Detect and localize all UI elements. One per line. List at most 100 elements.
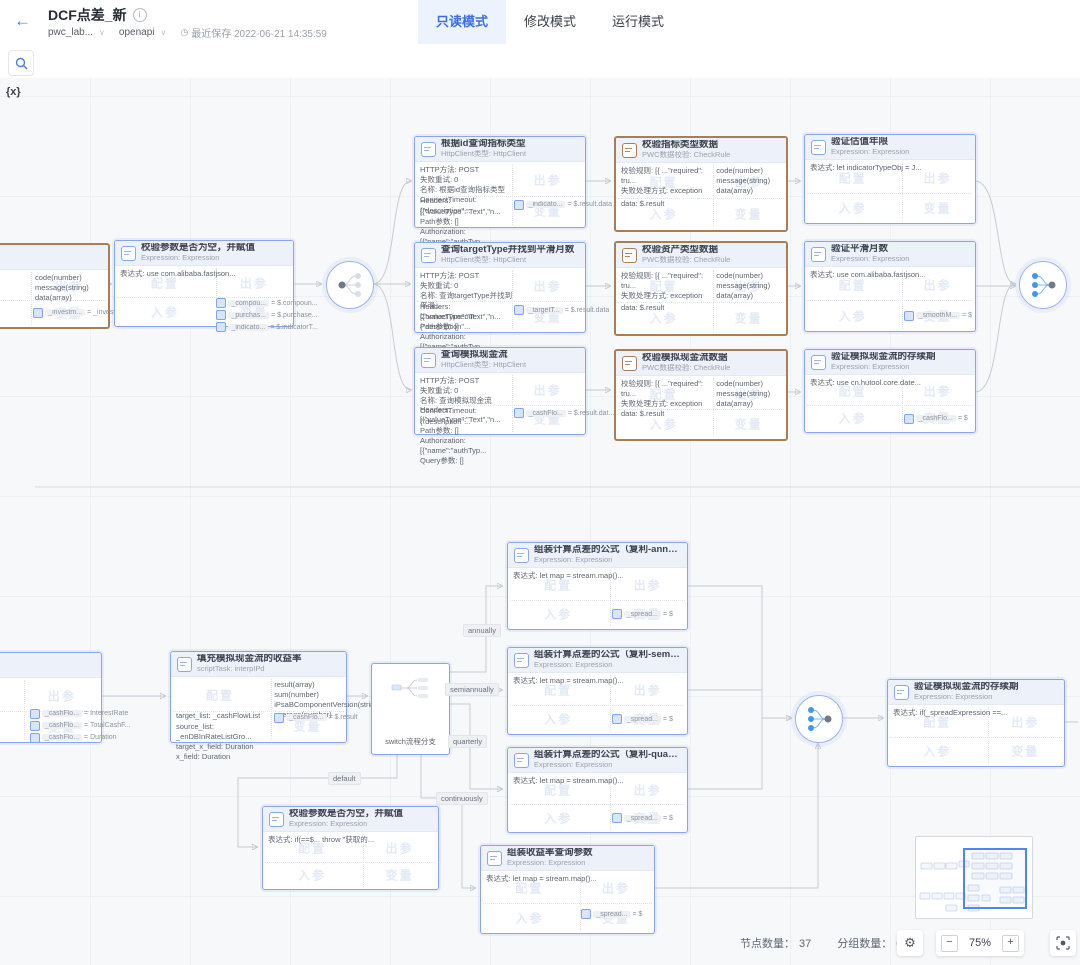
node-expression-text: 表达式: use cn.hutool.core.date... [810,378,921,388]
node-subtitle: PWC数据校验: CheckRule [642,151,730,160]
variable-icon [30,733,40,743]
variable-icon [514,305,524,315]
fan-in-icon [796,696,842,742]
node-check-asset-type-data[interactable]: 校验资产类型数据PWC数据校验: CheckRule 配置出参入参变量 校验规则… [614,241,788,336]
node-verify-cashflow-duration[interactable]: 验证模拟现金流的存续期Expression: Expression 配置出参入参… [804,349,976,433]
node-title: 校验参数是否为空，并赋值 [289,809,403,820]
watermark: 入参 [839,410,867,427]
node-assemble-spread-formula-annually[interactable]: 组装计算点差的公式（复利-annually）Expression: Expres… [507,542,688,630]
variable-panel-icon[interactable]: {x} [6,86,21,98]
node-query-indicator-type-by-id[interactable]: 根据id查询指标类型HttpClient类型: HttpClient 出参变量 … [414,136,586,228]
tab-edit-mode[interactable]: 修改模式 [506,0,594,44]
node-header: 查询targetType并找到平滑月数HttpClient类型: HttpCli… [415,243,585,268]
node-header: 根据id查询指标类型HttpClient类型: HttpClient [415,137,585,162]
node-output-tags: _compou...= $.compoun... _purchas...= $.… [216,298,318,332]
node-assemble-spread-formula-quarterly[interactable]: 组装计算点差的公式（复利-quarterly）Expression: Expre… [507,747,688,833]
node-title: 填充模拟现金流的收益率 [197,654,302,665]
fit-view-icon [1056,936,1070,950]
node-query-simulated-cashflow[interactable]: 查询模拟现金流HttpClient类型: HttpClient 出参变量 HTT… [414,347,586,435]
edge-label-quarterly: quarterly [448,735,487,748]
node-assemble-yield-query-params[interactable]: 组装收益率查询参数Expression: Expression 配置出参入参变量… [480,845,655,934]
node-check-indicator-type-data[interactable]: 校验指标类型数据PWC数据校验: CheckRule 配置出参入参变量 校验规则… [614,136,788,232]
search-button[interactable] [8,50,34,76]
node-assemble-spread-formula-semiannually[interactable]: 组装计算点差的公式（复利-semiannually）Expression: Ex… [507,647,688,735]
node-output-text: code(number) message(string) data(array) [716,379,770,409]
back-button[interactable]: ← [14,10,31,32]
variable-tag: _cashFlo...= $ [904,414,968,424]
expression-icon [269,812,284,827]
zoom-in-button[interactable]: + [1002,935,1019,952]
fan-in-node[interactable] [1019,261,1067,309]
node-check-params-empty-assign[interactable]: 校验参数是否为空，并赋值Expression: Expression 配置出参入… [114,240,294,327]
watermark: 配置 [206,687,234,704]
group-count: 分组数量：0 [837,935,902,951]
node-header: 验证模拟现金流的存续期Expression: Expression [805,350,975,375]
variable-tag: _spread...= $ [612,714,673,724]
node-check-simulated-cashflow-data[interactable]: 校验模拟现金流数据PWC数据校验: CheckRule 配置出参入参变量 校验规… [614,349,788,441]
node-verify-cashflow-duration-2[interactable]: 验证模拟现金流的存续期Expression: Expression 配置出参入参… [887,679,1065,767]
fan-out-icon [327,262,373,308]
node-output-tags: _cashFlo...= $.result [274,713,357,723]
node-subtitle: Expression: Expression [289,820,403,829]
expression-icon [811,247,826,262]
settings-button[interactable]: ⚙ [897,930,923,956]
watermark: 变量 [735,310,763,327]
node-body: 配置出参入参变量 表达式: use com.alibaba.fastjson..… [805,267,975,331]
node-check-params-empty-assign-2[interactable]: 校验参数是否为空，并赋值Expression: Expression 配置出参入… [262,806,439,890]
node-fill-cashflow-yield[interactable]: 填充模拟现金流的收益率scriptTask: interpIPd 配置变量 re… [170,651,347,743]
node-subtitle: Expression: Expression [507,859,593,868]
chevron-down-icon[interactable]: ∨ [160,28,166,37]
node-query-targettype-smooth-months[interactable]: 查询targetType并找到平滑月数HttpClient类型: HttpCli… [414,242,586,333]
variable-tag: _spread...= $ [612,813,673,823]
node-switch-branch[interactable]: switch流程分支 [371,663,450,755]
node-header: 组装计算点差的公式（复利-quarterly）Expression: Expre… [508,748,687,773]
node-output-text: code(number) message(string) data(array) [716,271,770,301]
variable-tag: _cashFlo...= InterestRate [30,709,131,719]
watermark: 出参 [924,382,952,399]
node-title: 组装计算点差的公式（复利-annually） [534,545,681,556]
variable-icon [30,709,40,719]
minimap[interactable] [915,836,1033,919]
node-verify-smooth-months[interactable]: 验证平滑月数Expression: Expression 配置出参入参变量 表达… [804,241,976,332]
tab-readonly-mode[interactable]: 只读模式 [418,0,506,44]
watermark: 出参 [534,277,562,294]
node-output-tags: _cashFlo...= $ [904,414,968,424]
variable-icon [216,310,226,320]
variable-tag: _indicato...= $.result.data [514,200,612,210]
node-body: 配置出参入参变量 表达式: use cn.hutool.core.date...… [805,375,975,432]
watermark: 出参 [634,577,662,594]
node-set-field-name-partial[interactable]: 置字段名 出参变量 Rate =... _cashFlo...= Interes… [0,652,102,743]
node-output-tags: _cashFlo...= InterestRate _cashFlo...= T… [30,709,131,743]
node-body: 配置出参入参变量 表达式: if(_spreadExpression ==... [888,705,1064,766]
node-expression-text: 表达式: use com.alibaba.fastjson... [120,269,235,279]
flow-canvas[interactable]: {x} 出参 变量 [0,78,1080,965]
chevron-down-icon[interactable]: ∨ [99,28,105,37]
info-icon[interactable]: i [133,8,147,22]
workspace-select[interactable]: pwc_lab... [48,27,93,38]
zoom-control: − 75% + [936,930,1024,956]
node-subtitle: HttpClient类型: HttpClient [441,256,574,265]
tab-run-mode[interactable]: 运行模式 [594,0,682,44]
node-verify-valuation-years[interactable]: 验证估值年限Expression: Expression 配置出参入参变量 表达… [804,134,976,224]
variable-tag: _cashFlo...= TotalCashF... [30,721,131,731]
node-data-text: data: $.result [621,303,664,313]
node-body: 出参 变量 code(number) message(string) data(… [0,270,108,327]
fan-in-node-2[interactable] [795,695,843,743]
node-body: 配置出参入参变量 表达式: if(==$... throw "获取的... [263,832,438,889]
fan-out-node[interactable] [326,261,374,309]
watermark: 入参 [151,303,179,320]
status-counts: 节点数量：37 分组数量：0 [740,935,902,951]
node-title: 验证模拟现金流的存续期 [831,352,936,363]
node-output-tags: _spread...= $ [612,609,673,619]
node-body: 出参变量 Rate =... _cashFlo...= InterestRate… [0,678,101,742]
fit-view-button[interactable] [1050,930,1076,956]
node-subtitle: Expression: Expression [831,363,936,372]
node-expression-text: 表达式: if(==$... throw "获取的... [268,835,374,845]
variable-tag: _spread...= $ [612,609,673,619]
zoom-out-button[interactable]: − [941,935,958,952]
api-select[interactable]: openapi [119,27,155,38]
node-output-tags: _investm...= _investm... [33,308,127,318]
watermark: 出参 [602,880,630,897]
minimap-viewport[interactable] [963,848,1027,909]
node-check-partial[interactable]: 出参 变量 code(number) message(string) data(… [0,243,110,329]
